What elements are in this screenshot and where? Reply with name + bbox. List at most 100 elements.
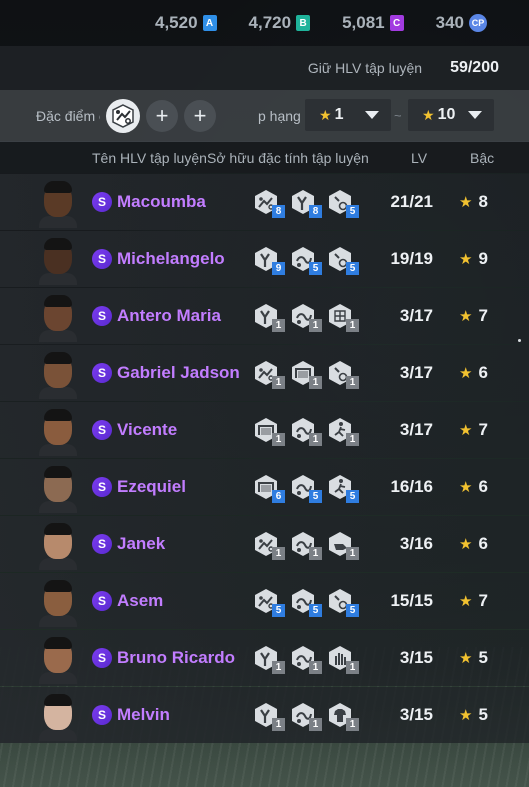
coach-level: 15/15 xyxy=(390,591,433,610)
coach-row[interactable]: S Asem 5 5 5 15/15 ★ 7 xyxy=(0,573,529,629)
strength-trait-icon[interactable]: 8 xyxy=(290,189,322,218)
rank-from-select[interactable]: ★ 1 xyxy=(305,99,391,131)
column-header-lv[interactable]: LV xyxy=(411,150,427,166)
coach-row[interactable]: S Bruno Ricardo 1 1 1 3/15 ★ 5 xyxy=(0,630,529,686)
coach-level: 21/21 xyxy=(390,192,433,211)
trait-level: 5 xyxy=(309,490,322,503)
coach-grade-value: 8 xyxy=(478,192,488,211)
tactics-trait-icon[interactable]: 1 xyxy=(253,531,285,560)
dribble-trait-icon[interactable]: 1 xyxy=(290,531,322,560)
strength-trait-icon[interactable]: 1 xyxy=(253,645,285,674)
goal-trait-icon[interactable]: 1 xyxy=(253,417,285,446)
dribble-trait-icon[interactable]: 1 xyxy=(290,303,322,332)
trait-level: 5 xyxy=(346,205,359,218)
dribble-trait-icon[interactable]: 5 xyxy=(290,474,322,503)
star-icon: ★ xyxy=(459,650,473,667)
coach-row[interactable]: S Janek 1 1 1 3/16 ★ 6 xyxy=(0,516,529,572)
trait-level: 1 xyxy=(309,718,322,731)
rank-to-select[interactable]: ★ 10 xyxy=(408,99,494,131)
coach-grade-value: 7 xyxy=(478,306,488,325)
trait-level: 1 xyxy=(309,376,322,389)
ball-trait-icon[interactable]: 1 xyxy=(327,360,359,389)
coach-list-screen: 4,520 A 4,720 B 5,081 C 340 CP Giữ HLV tập luyệ… xyxy=(0,0,529,787)
trait-level: 8 xyxy=(309,205,322,218)
column-header-traits[interactable]: Sở hữu đặc tính tập luyện xyxy=(207,150,369,166)
rank-filter-label: p hạng xyxy=(258,107,300,124)
coach-grade: ★ 6 xyxy=(459,477,488,497)
ball-trait-icon[interactable]: 5 xyxy=(327,189,359,218)
dribble-trait-icon[interactable]: 1 xyxy=(290,645,322,674)
coach-grade: ★ 7 xyxy=(459,306,488,326)
coach-name: Vicente xyxy=(117,420,178,439)
coach-grade: ★ 7 xyxy=(459,420,488,440)
strength-trait-icon[interactable]: 9 xyxy=(253,246,285,275)
coach-name: Ezequiel xyxy=(117,477,186,496)
coach-level: 3/16 xyxy=(399,534,433,553)
trait-level: 1 xyxy=(346,718,359,731)
grade-s-badge: S xyxy=(92,306,112,326)
tactics-trait-icon[interactable]: 8 xyxy=(253,189,285,218)
coach-grade: ★ 5 xyxy=(459,648,488,668)
dribble-trait-icon[interactable]: 5 xyxy=(290,246,322,275)
currency-item: 4,520 A xyxy=(155,13,217,33)
coach-grade-value: 7 xyxy=(478,591,488,610)
grade-s-badge: S xyxy=(92,192,112,212)
grid-trait-icon[interactable]: 1 xyxy=(327,303,359,332)
coach-row[interactable]: S Antero Maria 1 1 1 3/17 ★ 7 xyxy=(0,288,529,344)
trait-filter-label: Đặc điểm c xyxy=(36,107,100,124)
avatar xyxy=(39,636,77,684)
trait-level: 1 xyxy=(272,547,285,560)
currency-item: 5,081 C xyxy=(342,13,404,33)
add-trait-filter-button-2[interactable]: + xyxy=(184,100,216,132)
rank-from-value: 1 xyxy=(334,106,344,123)
dribble-trait-icon[interactable]: 5 xyxy=(290,588,322,617)
tactics-trait-icon[interactable]: 5 xyxy=(253,588,285,617)
dribble-trait-icon[interactable]: 1 xyxy=(290,702,322,731)
avatar xyxy=(39,522,77,570)
coach-row[interactable]: S Ezequiel 6 5 5 16/16 ★ 6 xyxy=(0,459,529,515)
goal-trait-icon[interactable]: 1 xyxy=(290,360,322,389)
coach-list: S Macoumba 8 8 5 21/21 ★ 8 S Michelangelo 9 5 5 19/19… xyxy=(0,174,529,744)
avatar xyxy=(39,579,77,627)
runner-trait-icon[interactable]: 5 xyxy=(327,474,359,503)
shirt-trait-icon[interactable]: 1 xyxy=(327,702,359,731)
dribble-trait-icon[interactable]: 1 xyxy=(290,417,322,446)
ball-trait-icon[interactable]: 5 xyxy=(327,588,359,617)
coach-level: 3/17 xyxy=(399,420,433,439)
avatar xyxy=(39,180,77,228)
column-header-grade[interactable]: Bậc xyxy=(470,150,494,166)
coach-row[interactable]: S Gabriel Jadson 1 1 1 3/17 ★ 6 xyxy=(0,345,529,401)
strength-trait-icon[interactable]: 1 xyxy=(253,702,285,731)
coach-name: Janek xyxy=(117,534,166,553)
coach-name: Macoumba xyxy=(117,192,206,211)
trait-level: 1 xyxy=(346,661,359,674)
runner-trait-icon[interactable]: 1 xyxy=(327,417,359,446)
trait-level: 5 xyxy=(346,490,359,503)
tactics-trait-icon[interactable] xyxy=(106,98,140,133)
hand-trait-icon[interactable]: 1 xyxy=(327,645,359,674)
ball-trait-icon[interactable]: 5 xyxy=(327,246,359,275)
coach-row[interactable]: S Michelangelo 9 5 5 19/19 ★ 9 xyxy=(0,231,529,287)
add-trait-filter-button[interactable]: + xyxy=(146,100,178,132)
column-header-name[interactable]: Tên HLV tập luyện xyxy=(92,150,207,166)
chevron-down-icon xyxy=(468,111,482,119)
avatar xyxy=(39,408,77,456)
coach-level: 19/19 xyxy=(390,249,433,268)
coach-grade-value: 7 xyxy=(478,420,488,439)
coach-row[interactable]: S Vicente 1 1 1 3/17 ★ 7 xyxy=(0,402,529,458)
scroll-indicator[interactable] xyxy=(518,339,521,342)
coach-row[interactable]: S Macoumba 8 8 5 21/21 ★ 8 xyxy=(0,174,529,230)
grade-s-badge: S xyxy=(92,477,112,497)
coach-grade-value: 6 xyxy=(478,363,488,382)
goal-trait-icon[interactable]: 6 xyxy=(253,474,285,503)
coach-grade: ★ 6 xyxy=(459,363,488,383)
star-icon: ★ xyxy=(459,536,473,553)
whistle-trait-icon[interactable]: 1 xyxy=(327,531,359,560)
coach-row[interactable]: S Melvin 1 1 1 3/15 ★ 5 xyxy=(0,687,529,743)
star-icon: ★ xyxy=(459,194,473,211)
trait-level: 6 xyxy=(272,490,285,503)
strength-trait-icon[interactable]: 1 xyxy=(253,303,285,332)
currency-cp-icon: CP xyxy=(469,14,487,32)
tactics-trait-icon[interactable]: 1 xyxy=(253,360,285,389)
coach-level: 3/15 xyxy=(399,705,433,724)
